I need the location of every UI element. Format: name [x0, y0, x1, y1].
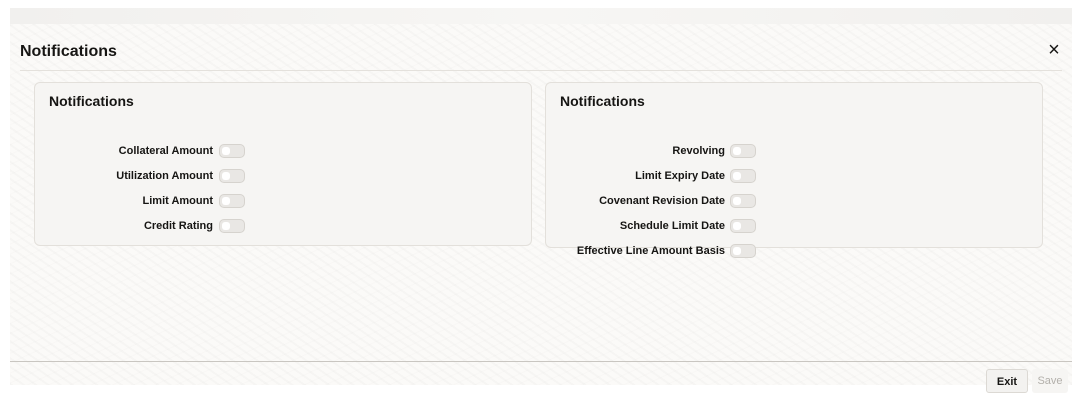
toggle-label: Revolving [672, 145, 725, 157]
row-utilization-amount: Utilization Amount [35, 170, 213, 184]
toggle-label: Schedule Limit Date [619, 220, 725, 232]
revolving-toggle[interactable] [730, 144, 756, 158]
exit-button[interactable]: Exit [986, 369, 1028, 393]
background-strip [10, 8, 1072, 24]
toggle-label: Covenant Revision Date [599, 195, 725, 207]
row-limit-expiry-date: Limit Expiry Date [546, 170, 725, 184]
limit-expiry-date-toggle[interactable] [730, 169, 756, 183]
row-schedule-limit-date: Schedule Limit Date [546, 220, 725, 234]
collateral-amount-toggle[interactable] [219, 144, 245, 158]
toggle-label: Credit Rating [143, 220, 213, 232]
toggle-label: Limit Expiry Date [635, 170, 725, 182]
notifications-dialog: Notifications × Notifications Collateral… [10, 24, 1072, 393]
right-notifications-panel: Notifications Revolving Limit Expiry Dat… [545, 82, 1043, 258]
dialog-header: Notifications × [10, 24, 1072, 70]
row-credit-rating: Credit Rating [35, 220, 213, 234]
row-effective-line-amount-basis: Effective Line Amount Basis [546, 245, 725, 259]
credit-rating-toggle[interactable] [219, 219, 245, 233]
footer-divider [10, 361, 1072, 362]
toggle-label: Utilization Amount [116, 170, 213, 182]
close-icon[interactable]: × [1044, 40, 1064, 60]
toggle-label: Collateral Amount [118, 145, 213, 157]
save-button[interactable]: Save [1032, 369, 1068, 393]
effective-line-amount-basis-toggle[interactable] [730, 244, 756, 258]
row-covenant-revision-date: Covenant Revision Date [546, 195, 725, 209]
toggle-label: Effective Line Amount Basis [576, 245, 725, 257]
row-limit-amount: Limit Amount [35, 195, 213, 209]
panel-title: Notifications [560, 93, 645, 109]
toggle-label: Limit Amount [142, 195, 213, 207]
row-revolving: Revolving [546, 145, 725, 159]
left-notifications-panel: Notifications Collateral Amount Utilizat… [34, 82, 532, 246]
limit-amount-toggle[interactable] [219, 194, 245, 208]
dialog-title: Notifications [20, 43, 117, 60]
row-collateral-amount: Collateral Amount [35, 145, 213, 159]
covenant-revision-date-toggle[interactable] [730, 194, 756, 208]
header-divider [20, 70, 1062, 71]
schedule-limit-date-toggle[interactable] [730, 219, 756, 233]
panel-title: Notifications [49, 93, 134, 109]
utilization-amount-toggle[interactable] [219, 169, 245, 183]
